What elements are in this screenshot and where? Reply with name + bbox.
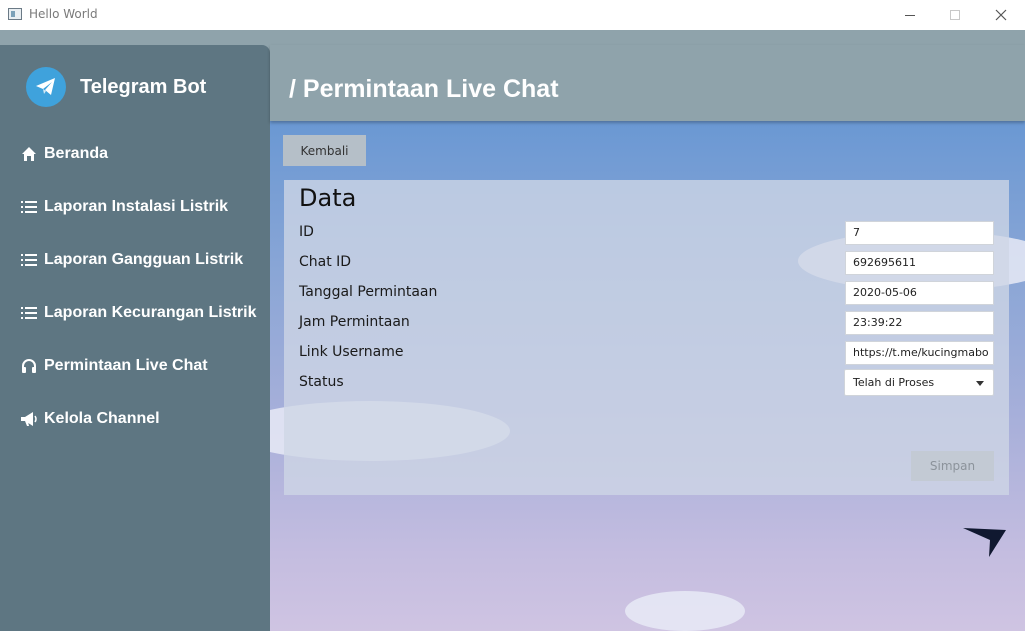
list-icon [20, 251, 38, 269]
main-content: Kembali Data ID 7 Chat ID 692695611 Tang… [270, 121, 1025, 631]
background-cloud [625, 591, 745, 631]
sidebar-item-beranda[interactable]: Beranda [20, 145, 108, 163]
status-select[interactable]: Telah di Proses [844, 369, 994, 396]
panel-title: Data [299, 184, 357, 212]
sidebar-item-permintaan-live-chat[interactable]: Permintaan Live Chat [20, 357, 208, 375]
list-icon [20, 198, 38, 216]
save-button[interactable]: Simpan [911, 451, 994, 481]
sidebar-item-kelola-channel[interactable]: Kelola Channel [20, 410, 160, 428]
megaphone-icon [20, 410, 38, 428]
link-username-label: Link Username [299, 344, 404, 360]
brand: Telegram Bot [26, 67, 206, 107]
sidebar-item-label: Laporan Kecurangan Listrik [44, 304, 257, 321]
sidebar-item-laporan-kecurangan[interactable]: Laporan Kecurangan Listrik [20, 304, 257, 322]
sidebar-item-label: Permintaan Live Chat [44, 357, 208, 374]
close-icon [995, 9, 1007, 21]
page-header: / Permintaan Live Chat [270, 45, 1025, 121]
jam-permintaan-field[interactable]: 23:39:22 [845, 311, 994, 335]
chevron-down-icon [976, 381, 984, 386]
app-body: Telegram Bot Beranda Laporan Instalasi L… [0, 30, 1025, 631]
window-app-icon [8, 8, 22, 20]
sidebar-item-label: Laporan Gangguan Listrik [44, 251, 244, 268]
sidebar-item-label: Laporan Instalasi Listrik [44, 198, 229, 215]
status-select-value: Telah di Proses [853, 376, 935, 389]
sidebar-item-label: Beranda [44, 145, 109, 162]
maximize-icon [950, 10, 960, 20]
chat-id-label: Chat ID [299, 254, 352, 270]
chat-id-field[interactable]: 692695611 [845, 251, 994, 275]
brand-name: Telegram Bot [80, 75, 207, 98]
page-title: / Permintaan Live Chat [289, 75, 559, 103]
paper-plane-icon [962, 526, 1008, 562]
minimize-button[interactable] [887, 0, 933, 30]
link-username-field[interactable]: https://t.me/kucingmabo [845, 341, 994, 365]
id-field[interactable]: 7 [845, 221, 994, 245]
minimize-icon [905, 14, 915, 16]
list-icon [20, 304, 38, 322]
back-button[interactable]: Kembali [283, 135, 366, 166]
sidebar-item-label: Kelola Channel [44, 410, 160, 427]
tanggal-permintaan-label: Tanggal Permintaan [299, 284, 438, 300]
app-window: Hello World Telegram Bot Beranda Laporan… [0, 0, 1025, 631]
jam-permintaan-label: Jam Permintaan [299, 314, 410, 330]
window-title: Hello World [29, 7, 98, 21]
data-panel: Data ID 7 Chat ID 692695611 Tanggal Perm… [284, 180, 1009, 495]
headset-icon [20, 357, 38, 375]
maximize-button[interactable] [932, 0, 978, 30]
status-label: Status [299, 374, 344, 390]
telegram-icon [26, 67, 66, 107]
sidebar-item-laporan-instalasi[interactable]: Laporan Instalasi Listrik [20, 198, 228, 216]
sidebar-item-laporan-gangguan[interactable]: Laporan Gangguan Listrik [20, 251, 243, 269]
title-bar[interactable]: Hello World [0, 0, 1025, 30]
home-icon [20, 145, 38, 163]
tanggal-permintaan-field[interactable]: 2020-05-06 [845, 281, 994, 305]
id-label: ID [299, 224, 314, 240]
sidebar: Telegram Bot Beranda Laporan Instalasi L… [0, 45, 270, 631]
close-button[interactable] [978, 0, 1024, 30]
